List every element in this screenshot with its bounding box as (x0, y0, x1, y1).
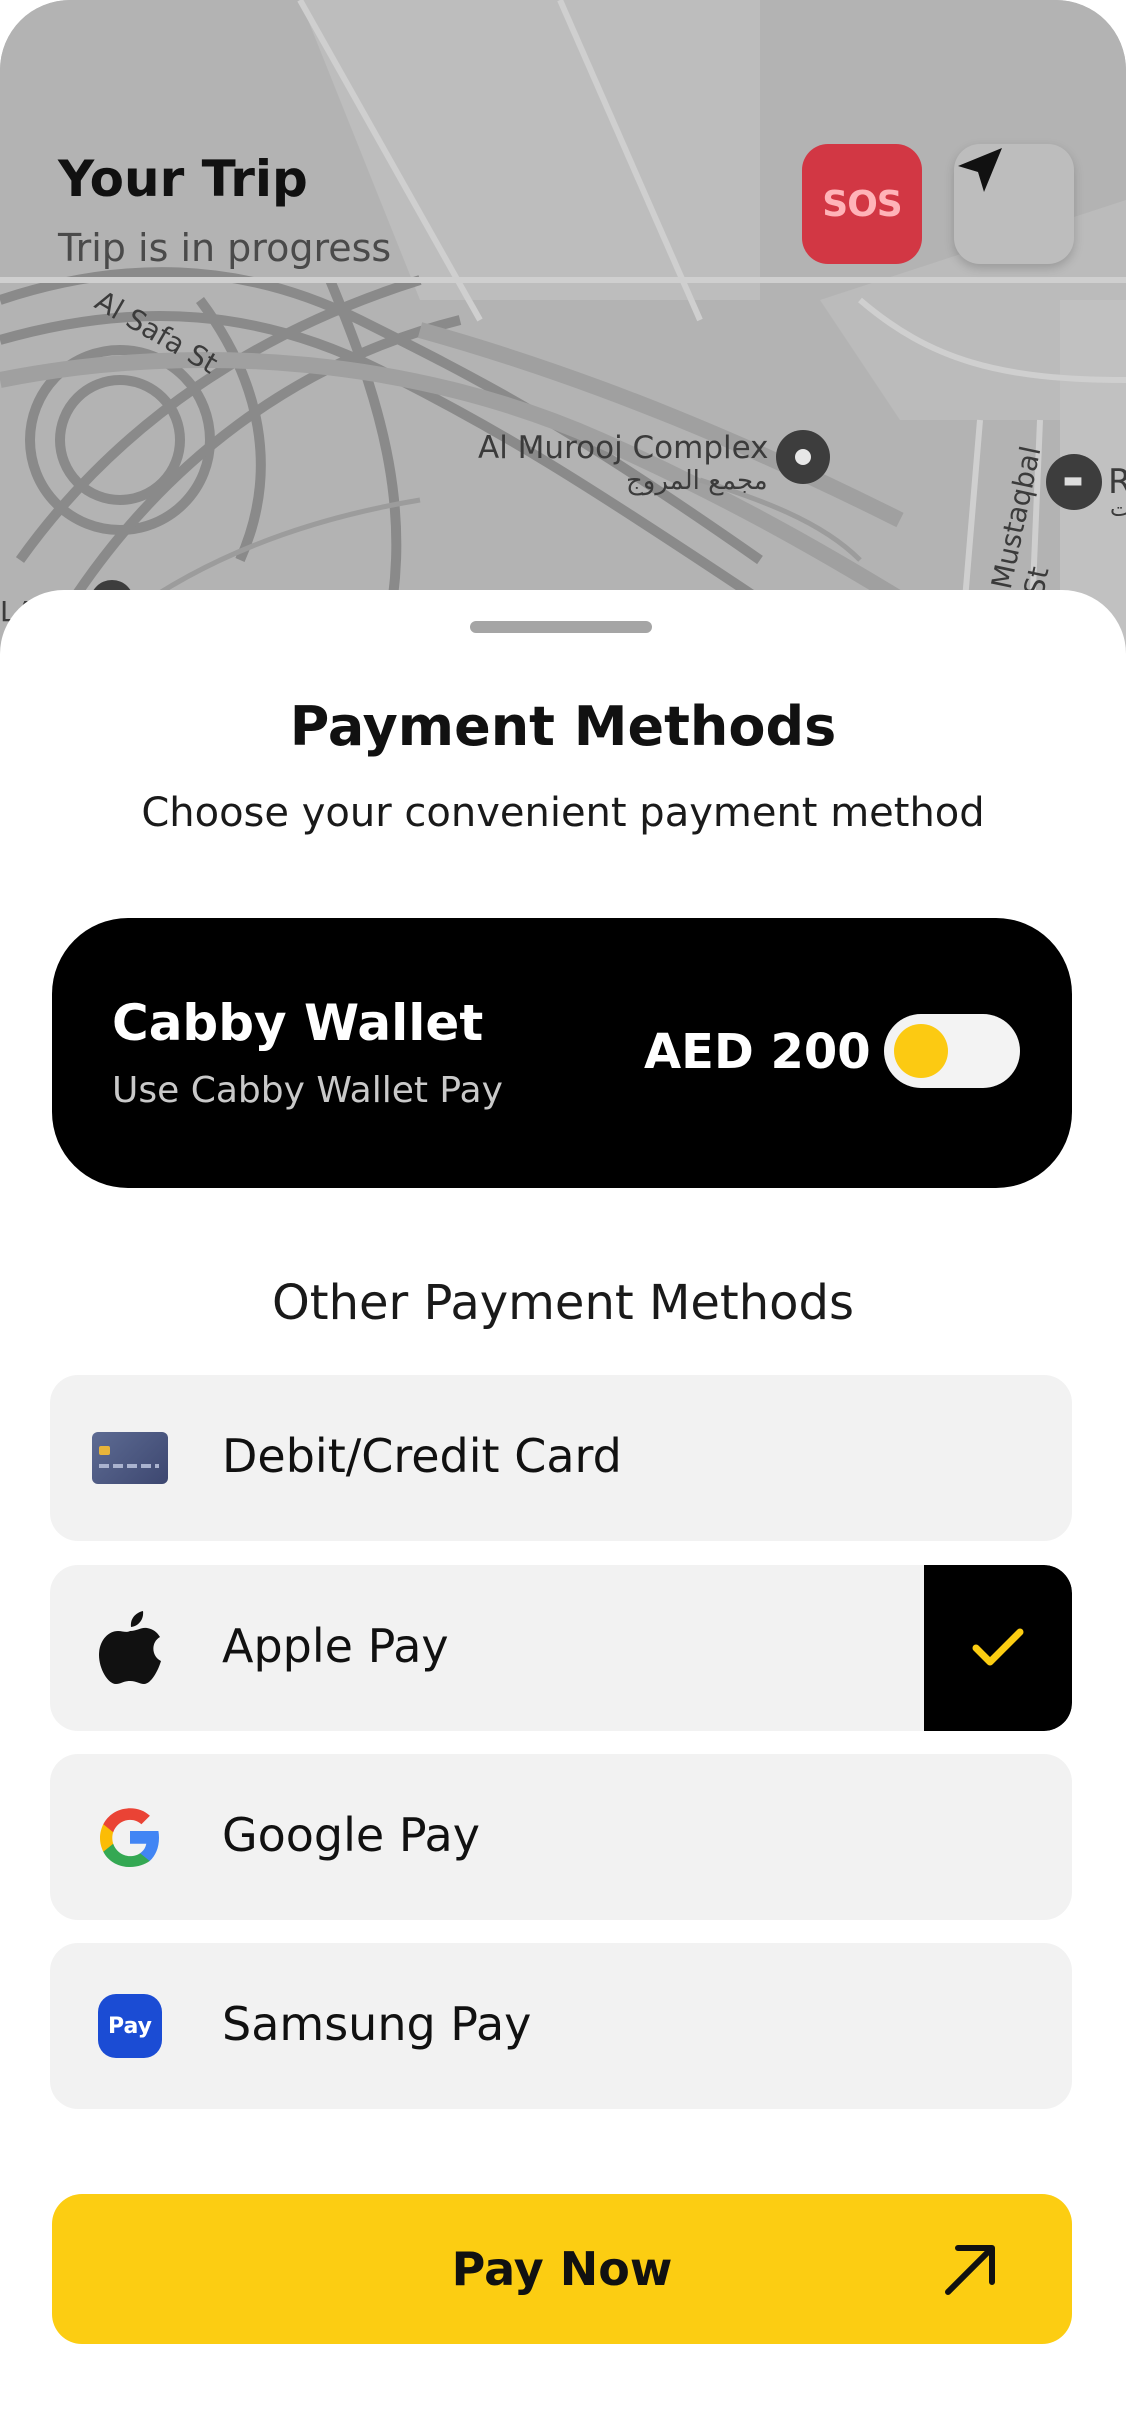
payment-option-google-pay[interactable]: Google Pay (50, 1754, 1072, 1920)
sheet-drag-handle[interactable] (470, 621, 652, 633)
wallet-title: Cabby Wallet (112, 994, 484, 1052)
sos-button[interactable]: SOS (802, 144, 922, 264)
payment-option-label: Apple Pay (222, 1619, 449, 1673)
sheet-subtitle: Choose your convenient payment method (141, 790, 985, 836)
samsung-pay-icon: Pay (92, 1991, 168, 2061)
google-icon (92, 1802, 168, 1872)
map-label-edge-sub: ت (1110, 497, 1126, 522)
navigation-arrow-icon (958, 148, 1002, 192)
hotel-pin-icon[interactable]: ▬ (1046, 454, 1102, 510)
map-label-complex-ar: مجمع المروج (626, 466, 768, 496)
check-icon (972, 1628, 1024, 1666)
payment-option-apple-pay[interactable]: Apple Pay (50, 1565, 1072, 1731)
sheet-title: Payment Methods (289, 695, 837, 758)
app-screen: Al Safa St Al Murooj Complex مجمع المروج… (0, 0, 1126, 2436)
trip-status: Trip is in progress (58, 226, 392, 270)
recenter-button[interactable] (954, 144, 1074, 264)
credit-card-icon (92, 1423, 168, 1493)
pay-now-button[interactable]: Pay Now (52, 2194, 1072, 2344)
location-pin-icon[interactable] (776, 430, 830, 484)
selected-indicator (924, 1565, 1072, 1731)
payment-option-samsung-pay[interactable]: Pay Samsung Pay (50, 1943, 1072, 2109)
payment-option-card[interactable]: Debit/Credit Card (50, 1375, 1072, 1541)
other-methods-title: Other Payment Methods (272, 1275, 854, 1331)
map-view[interactable]: Al Safa St Al Murooj Complex مجمع المروج… (0, 0, 1126, 660)
arrow-up-right-icon (945, 2245, 995, 2295)
apple-icon (92, 1611, 168, 1684)
payment-sheet: Payment Methods Choose your convenient p… (0, 590, 1126, 2436)
toggle-knob (894, 1024, 948, 1078)
wallet-subtitle: Use Cabby Wallet Pay (112, 1070, 503, 1111)
wallet-toggle[interactable] (884, 1014, 1020, 1088)
pay-now-label: Pay Now (451, 2242, 673, 2296)
payment-option-label: Debit/Credit Card (222, 1429, 622, 1483)
payment-option-label: Samsung Pay (222, 1997, 532, 2051)
wallet-card[interactable]: Cabby Wallet Use Cabby Wallet Pay AED 20… (52, 918, 1072, 1188)
map-label-edge: R (1108, 462, 1126, 502)
trip-title: Your Trip (58, 150, 308, 208)
payment-option-label: Google Pay (222, 1808, 480, 1862)
map-label-complex: Al Murooj Complex (478, 430, 769, 466)
wallet-balance: AED 200 (644, 1024, 871, 1080)
